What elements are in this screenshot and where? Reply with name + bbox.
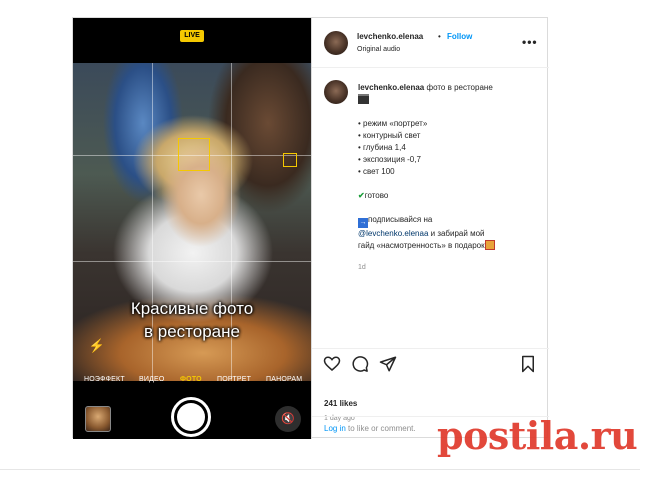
more-icon[interactable]: ••• — [522, 35, 538, 49]
live-badge: LIVE — [180, 30, 204, 42]
mute-icon[interactable]: 🔇 — [275, 406, 301, 432]
avatar[interactable] — [324, 31, 348, 55]
mode-label: ВИДЕО — [139, 376, 165, 383]
overlay-title-line: в ресторане — [144, 322, 240, 341]
face-focus-box — [283, 153, 297, 167]
post-side-panel: levchenko.elenaa • Follow Original audio… — [311, 18, 549, 439]
caption-cta: подписывайся на — [368, 215, 433, 224]
camera-mode-selector: НОЭФФЕКТ ВИДЕО ФОТО ПОРТРЕТ ПАНОРАМ — [73, 374, 311, 388]
arrow-right-icon: → — [358, 218, 368, 228]
gallery-thumbnail — [85, 406, 111, 432]
mode-label-active: ФОТО — [180, 376, 202, 383]
follow-button[interactable]: Follow — [447, 32, 472, 41]
check-icon: ✔ — [358, 191, 365, 200]
flash-icon: ⚡ — [88, 338, 106, 353]
caption-username[interactable]: levchenko.elenaa — [358, 83, 424, 92]
camera-controls: 🔇 — [73, 392, 311, 439]
page: LIVE Красивые фото в ресторане ⚡ НОЭФФЕК… — [0, 0, 660, 481]
audio-label[interactable]: Original audio — [357, 46, 400, 53]
comment-icon[interactable] — [351, 355, 369, 373]
caption-bullet: • экспозиция -0,7 — [358, 155, 421, 164]
postila-watermark: postila.ru — [437, 413, 638, 458]
post-video[interactable]: LIVE Красивые фото в ресторане ⚡ НОЭФФЕК… — [73, 18, 311, 439]
login-link[interactable]: Log in — [324, 424, 346, 433]
post-header: levchenko.elenaa • Follow Original audio… — [312, 18, 549, 68]
face-focus-box — [178, 138, 210, 171]
heart-icon[interactable] — [323, 355, 341, 373]
caption-bullet: • глубина 1,4 — [358, 143, 406, 152]
login-text: to like or comment. — [348, 424, 416, 433]
overlay-title-line: Красивые фото — [130, 299, 254, 318]
caption-bullet: • свет 100 — [358, 167, 395, 176]
mode-label: НОЭФФЕКТ — [84, 376, 125, 383]
share-icon[interactable] — [379, 355, 397, 373]
caption-title: фото в ресторане — [426, 83, 493, 92]
caption-bullet: • контурный свет — [358, 131, 421, 140]
bookmark-icon[interactable] — [519, 355, 537, 373]
caption: levchenko.elenaa фото в ресторане • режи… — [358, 82, 544, 252]
divider — [0, 469, 640, 470]
camera-grid-line — [73, 261, 311, 262]
caption-mention[interactable]: @levchenko.elenaa — [358, 229, 428, 238]
shutter-button — [171, 397, 211, 437]
caption-cta: гайд «насмотренность» в подарок — [358, 241, 485, 250]
caption-age: 1d — [358, 264, 366, 271]
header-username[interactable]: levchenko.elenaa — [357, 32, 423, 41]
mode-label: ПОРТРЕТ — [217, 376, 252, 383]
mode-label: ПАНОРАМ — [266, 376, 303, 383]
caption-done: готово — [364, 191, 389, 200]
separator-dot: • — [438, 32, 441, 41]
gift-icon — [484, 240, 495, 250]
caption-avatar[interactable] — [324, 80, 348, 104]
instagram-post-embed: LIVE Красивые фото в ресторане ⚡ НОЭФФЕК… — [72, 17, 549, 439]
clapper-icon — [358, 94, 369, 104]
caption-bullet: • режим «портрет» — [358, 119, 428, 128]
likes-count[interactable]: 241 likes — [324, 399, 357, 408]
caption-cta: и забирай мой — [430, 229, 485, 238]
